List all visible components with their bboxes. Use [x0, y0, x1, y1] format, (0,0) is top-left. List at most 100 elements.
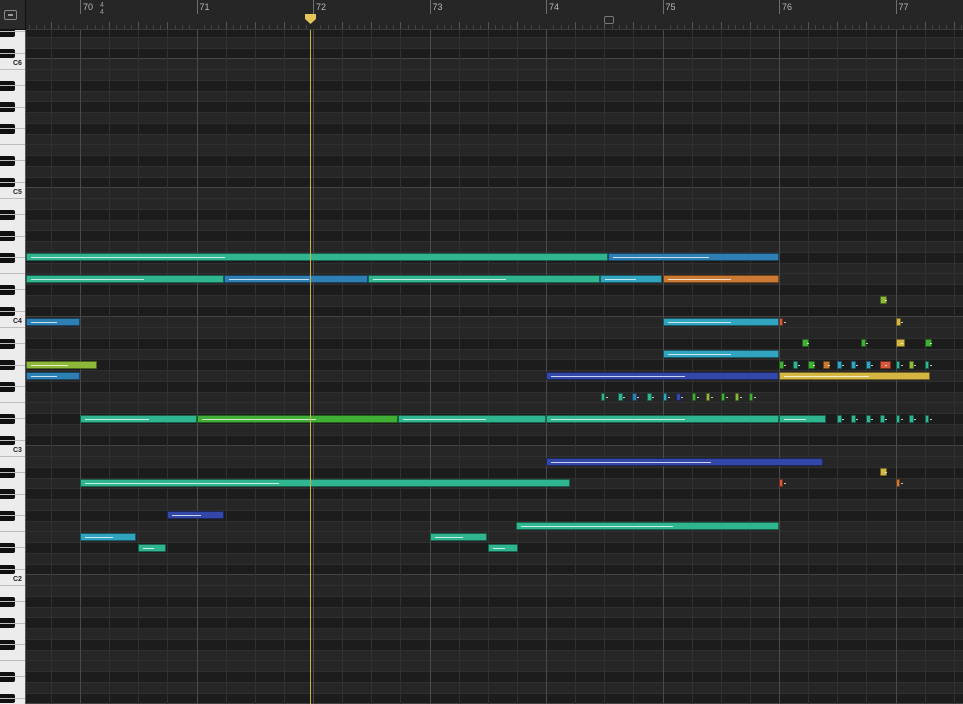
midi-note[interactable] — [705, 393, 713, 401]
midi-note[interactable] — [792, 360, 800, 369]
midi-note[interactable] — [895, 317, 903, 326]
midi-note[interactable] — [880, 414, 888, 423]
midi-note[interactable] — [860, 339, 868, 348]
velocity-line — [739, 397, 742, 398]
midi-note[interactable] — [837, 360, 845, 369]
note-grid[interactable] — [26, 30, 963, 704]
bar-number: 76 — [782, 2, 793, 12]
velocity-line — [929, 343, 932, 345]
playhead-line[interactable] — [309, 30, 311, 704]
piano-keyboard[interactable]: C6C5C4C3C2C1 — [0, 30, 26, 704]
midi-note[interactable] — [398, 414, 546, 423]
midi-note[interactable] — [662, 350, 779, 358]
ruler-tick — [72, 25, 74, 29]
collapse-keyboard-icon[interactable] — [4, 10, 17, 20]
midi-note[interactable] — [851, 360, 859, 369]
beat-line — [604, 30, 606, 704]
midi-note[interactable] — [196, 414, 399, 423]
ruler-tick — [327, 25, 329, 29]
midi-note[interactable] — [866, 414, 874, 423]
midi-note[interactable] — [546, 371, 779, 380]
midi-note[interactable] — [80, 479, 571, 487]
midi-note[interactable] — [80, 532, 136, 541]
midi-note[interactable] — [618, 393, 626, 401]
beat-line — [342, 30, 344, 704]
midi-note[interactable] — [895, 360, 903, 369]
midi-note[interactable] — [26, 360, 98, 369]
midi-note[interactable] — [138, 543, 167, 552]
ruler-tick — [837, 22, 839, 29]
velocity-line — [807, 343, 810, 345]
octave-label: C5 — [13, 189, 22, 197]
white-key-divider — [0, 181, 25, 183]
midi-note[interactable] — [802, 339, 810, 348]
midi-note[interactable] — [691, 393, 699, 401]
midi-note[interactable] — [880, 468, 888, 477]
ruler-tick — [924, 22, 926, 29]
beat-line — [487, 30, 489, 704]
midi-note[interactable] — [734, 393, 742, 401]
white-key-divider — [0, 289, 25, 291]
midi-note[interactable] — [647, 393, 655, 401]
midi-note[interactable] — [26, 371, 80, 380]
ruler-tick — [334, 25, 336, 29]
midi-note[interactable] — [779, 317, 786, 326]
bar-line — [546, 30, 547, 704]
velocity-line — [551, 375, 685, 377]
midi-note[interactable] — [662, 274, 779, 283]
midi-note[interactable] — [632, 393, 640, 401]
midi-note[interactable] — [748, 393, 756, 401]
midi-note[interactable] — [367, 274, 600, 283]
ruler-tick — [240, 25, 242, 29]
midi-note[interactable] — [909, 414, 917, 423]
ruler-tick — [407, 25, 409, 29]
midi-note[interactable] — [26, 253, 608, 262]
midi-note[interactable] — [662, 317, 779, 326]
midi-note[interactable] — [823, 360, 831, 369]
midi-note[interactable] — [26, 274, 225, 283]
midi-note[interactable] — [676, 393, 684, 401]
midi-note[interactable] — [720, 393, 728, 401]
midi-note[interactable] — [779, 371, 931, 380]
midi-note[interactable] — [546, 457, 824, 466]
midi-note[interactable] — [779, 414, 826, 423]
midi-note[interactable] — [880, 296, 888, 305]
midi-note[interactable] — [487, 543, 519, 552]
midi-note[interactable] — [909, 360, 917, 369]
ruler-tick — [553, 25, 555, 29]
midi-note[interactable] — [924, 414, 932, 423]
midi-note[interactable] — [429, 532, 487, 541]
midi-note[interactable] — [546, 414, 779, 423]
midi-note[interactable] — [224, 274, 368, 283]
midi-note[interactable] — [851, 414, 859, 423]
midi-note[interactable] — [895, 479, 903, 487]
midi-note[interactable] — [924, 339, 932, 348]
midi-note[interactable] — [779, 360, 786, 369]
midi-note[interactable] — [599, 274, 663, 283]
midi-note[interactable] — [866, 360, 874, 369]
playhead-handle-icon[interactable] — [304, 14, 316, 24]
bar-ruler[interactable]: 4 4 97071727374757677 — [26, 0, 963, 30]
midi-note[interactable] — [662, 393, 670, 401]
velocity-line — [604, 278, 637, 280]
ruler-tick — [829, 25, 831, 29]
midi-note[interactable] — [880, 360, 891, 369]
midi-note[interactable] — [779, 479, 786, 487]
octave-label: C2 — [13, 576, 22, 584]
midi-note[interactable] — [607, 253, 779, 262]
midi-note[interactable] — [924, 360, 932, 369]
ruler-tick — [232, 25, 234, 29]
midi-note[interactable] — [26, 317, 80, 326]
white-key-divider — [0, 106, 25, 108]
midi-note[interactable] — [600, 393, 608, 401]
marker-icon[interactable] — [604, 16, 614, 24]
midi-note[interactable] — [808, 360, 816, 369]
midi-note[interactable] — [515, 522, 779, 530]
white-key-divider — [0, 327, 25, 328]
midi-note[interactable] — [895, 339, 905, 348]
midi-note[interactable] — [167, 511, 225, 520]
midi-note[interactable] — [80, 414, 197, 423]
midi-note[interactable] — [895, 414, 903, 423]
velocity-line — [551, 461, 712, 463]
midi-note[interactable] — [837, 414, 845, 423]
